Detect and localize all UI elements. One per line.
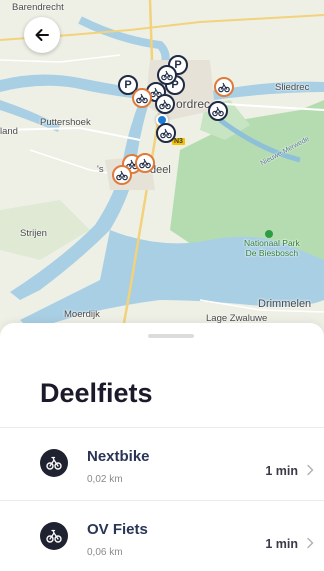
list-item-ov-fiets[interactable]: OV Fiets 0,06 km 1 min bbox=[0, 501, 324, 571]
bike-pin-icon[interactable] bbox=[132, 88, 152, 108]
map-label-land: land bbox=[0, 126, 18, 137]
provider-distance: 0,02 km bbox=[87, 474, 123, 485]
map-label-puttershoek: Puttershoek bbox=[40, 117, 91, 128]
map-label-drimmelen: Drimmelen bbox=[258, 298, 312, 310]
bike-pin-icon[interactable] bbox=[214, 77, 234, 97]
map-label-sliedrecht: Sliedrec bbox=[275, 82, 310, 93]
bike-icon bbox=[40, 449, 68, 477]
map-view[interactable]: Barendrecht Sliedrec ordrec Puttershoek … bbox=[0, 0, 324, 345]
bike-pin-icon[interactable] bbox=[208, 101, 228, 121]
chevron-right-icon bbox=[307, 537, 314, 549]
map-label-strijen: Strijen bbox=[20, 228, 47, 239]
walk-time: 1 min bbox=[265, 537, 298, 551]
list-item-nextbike[interactable]: Nextbike 0,02 km 1 min bbox=[0, 428, 324, 500]
bottom-sheet: Deelfiets Nextbike 0,02 km 1 min OV Fiet… bbox=[0, 323, 324, 571]
walk-time: 1 min bbox=[265, 464, 298, 478]
bike-pin-icon[interactable] bbox=[135, 153, 155, 173]
bike-pin-icon[interactable] bbox=[156, 123, 176, 143]
bike-pin-icon[interactable] bbox=[112, 165, 132, 185]
provider-name: OV Fiets bbox=[87, 521, 148, 538]
bike-pin-icon[interactable] bbox=[155, 94, 175, 114]
bike-icon bbox=[40, 522, 68, 550]
map-label-moerdijk: Moerdijk bbox=[64, 309, 100, 320]
map-label-park: Nationaal Park De Biesbosch bbox=[244, 238, 300, 258]
sheet-title: Deelfiets bbox=[40, 378, 153, 408]
map-label-dordrecht: ordrec bbox=[176, 97, 211, 111]
back-button[interactable] bbox=[24, 17, 60, 53]
park-marker-icon bbox=[265, 230, 273, 238]
provider-name: Nextbike bbox=[87, 448, 150, 465]
map-label-barendrecht: Barendrecht bbox=[12, 2, 64, 13]
arrow-left-icon bbox=[35, 29, 49, 41]
provider-distance: 0,06 km bbox=[87, 547, 123, 558]
chevron-right-icon bbox=[307, 464, 314, 476]
sheet-drag-handle[interactable] bbox=[148, 334, 194, 338]
map-label-s: 's bbox=[97, 164, 104, 175]
